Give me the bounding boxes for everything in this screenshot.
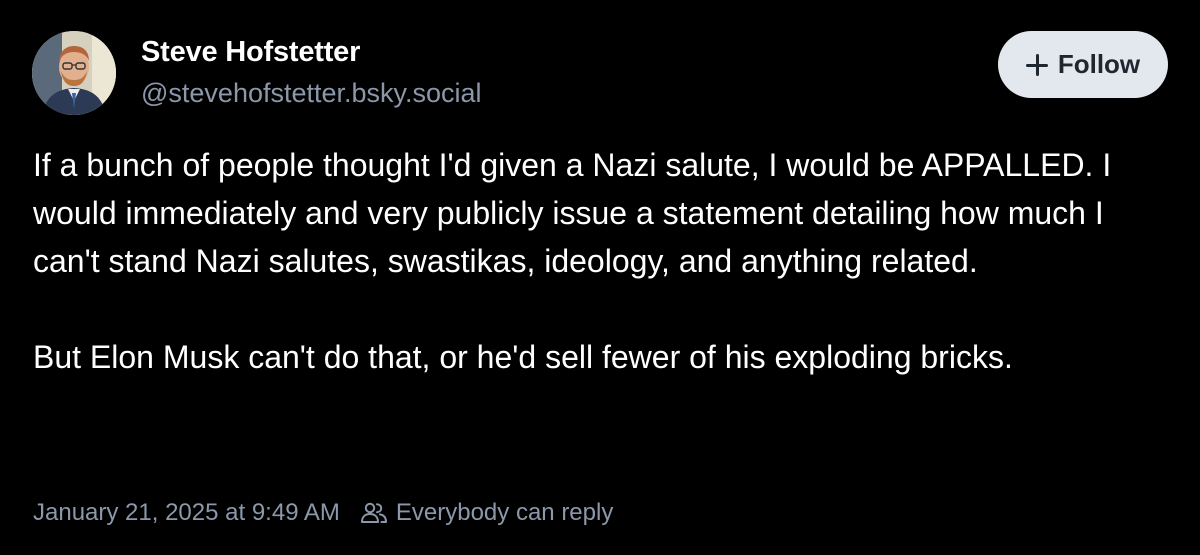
people-icon bbox=[360, 502, 387, 523]
post-paragraph: If a bunch of people thought I'd given a… bbox=[33, 147, 1112, 279]
post-paragraph: But Elon Musk can't do that, or he'd sel… bbox=[33, 339, 1013, 375]
post-meta: January 21, 2025 at 9:49 AM Everybody ca… bbox=[33, 499, 613, 527]
reply-setting: Everybody can reply bbox=[360, 499, 613, 527]
post-card: Steve Hofstetter @stevehofstetter.bsky.s… bbox=[0, 0, 1200, 555]
author-name[interactable]: Steve Hofstetter bbox=[141, 36, 360, 69]
avatar-photo-icon bbox=[32, 31, 116, 115]
post-timestamp[interactable]: January 21, 2025 at 9:49 AM bbox=[33, 499, 340, 527]
reply-setting-label: Everybody can reply bbox=[395, 499, 614, 526]
plus-icon bbox=[1025, 53, 1048, 76]
follow-button[interactable]: Follow bbox=[998, 31, 1168, 98]
avatar[interactable] bbox=[32, 31, 116, 115]
follow-button-label: Follow bbox=[1057, 49, 1141, 79]
post-text: If a bunch of people thought I'd given a… bbox=[33, 141, 1143, 381]
author-handle[interactable]: @stevehofstetter.bsky.social bbox=[141, 78, 482, 109]
